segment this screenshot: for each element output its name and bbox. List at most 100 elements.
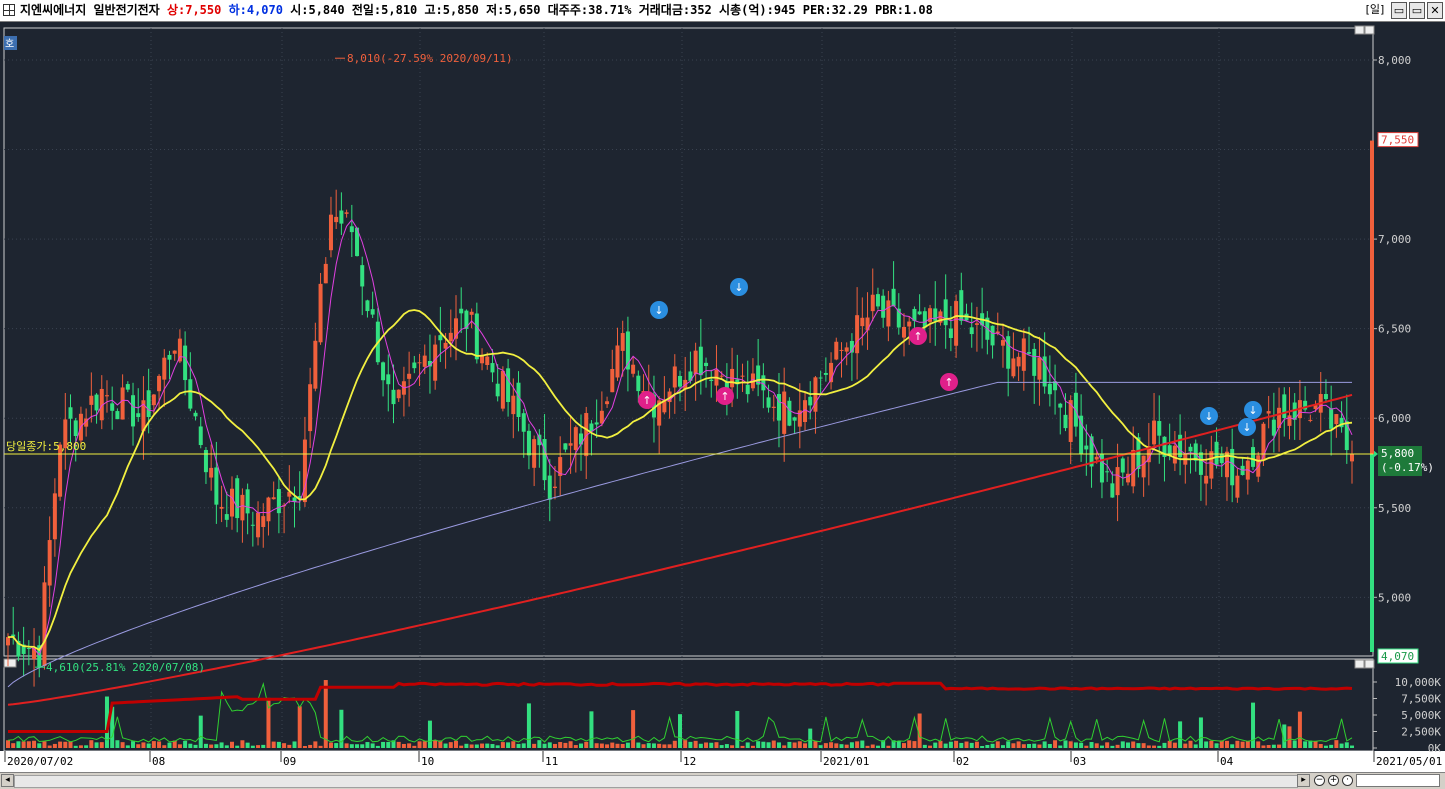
candle-body [1251,447,1256,467]
date-tick-label: 12 [683,755,696,768]
candle-body [568,443,573,446]
scroll-track[interactable] [14,775,1298,788]
volume-bar [823,743,828,748]
volume-bar [563,742,568,748]
candle-body [177,338,182,362]
volume-bar [662,744,667,748]
candle-body [1063,414,1068,429]
major-holder-value: 38.71% [588,3,632,17]
candle-body [1204,475,1209,484]
candle-body [1344,421,1349,451]
date-tick-label: 2020/07/02 [7,755,73,768]
candle-body [532,439,537,468]
candle-body [620,333,625,351]
candle-body [26,648,31,650]
volume-bar [37,743,42,748]
restore-icon[interactable]: ▭ [1409,2,1425,19]
buy-signal-icon: ↑ [909,327,927,345]
scroll-right-icon[interactable]: ▸ [1297,774,1310,787]
volume-bar [803,743,808,748]
zoom-in-icon[interactable]: + [1328,775,1339,786]
volume-bar [959,742,964,748]
volume-bar [813,741,818,748]
candle-body [73,420,78,437]
volume-bar [1157,745,1162,748]
prev-close-label: 전일: [351,3,382,17]
date-tick-label: 03 [1073,755,1086,768]
volume-bar [974,741,979,748]
volume-bar [521,743,526,748]
open-value: 5,840 [308,3,345,17]
candle-body [198,426,203,446]
volume-bar [589,711,594,748]
upper-limit-value: 7,550 [185,3,222,17]
candle-body [131,395,136,427]
volume-bar [1084,745,1089,748]
candle-body [235,478,240,519]
volume-bar [724,744,729,748]
volume-bar [928,745,933,748]
candle-body [271,497,276,500]
volume-bar [834,743,839,748]
candle-body [1021,338,1026,371]
volume-bar [1193,744,1198,748]
candle-body [495,383,500,397]
volume-bar [625,742,630,748]
volume-bar [1037,744,1042,748]
volume-bar [16,741,21,748]
chart-area[interactable]: 호 8,000 7,000 6,500 6,000 5,500 5,000 7,550 5,80… [0,22,1445,774]
svg-text:↓: ↓ [1204,410,1213,423]
volume-bar [1006,741,1011,748]
volume-bar [693,740,698,748]
zoom-slider[interactable] [1356,774,1440,787]
volume-bar [151,741,156,748]
volume-bar [136,744,141,748]
candle-body [1287,415,1292,426]
candle-body [1110,483,1115,498]
candle-body [776,394,781,421]
volume-bar [730,745,735,748]
volume-bar [1334,740,1339,748]
volume-bar [860,740,865,748]
candles [6,189,1354,687]
candle-body [1152,420,1157,445]
volume-bar [355,744,360,748]
candle-body [245,489,250,514]
prev-close-value: 5,810 [381,3,418,17]
volume-bar [1021,744,1026,748]
svg-text:↑: ↑ [642,394,651,407]
minimize-icon[interactable]: ▭ [1391,2,1407,19]
volume-bar [631,710,636,748]
candle-body [1073,392,1078,427]
period-button[interactable]: [일] [1361,2,1389,17]
volume-bar [818,745,823,748]
close-icon[interactable]: ✕ [1427,2,1443,19]
volume-bar [84,745,89,748]
candle-body [1032,348,1037,376]
candle-body [125,384,130,390]
candle-body [948,328,953,338]
candle-body [349,226,354,233]
volume-bar [292,741,297,748]
volume-bar [761,741,766,748]
price-tick-label: 6,500 [1378,323,1411,336]
scroll-left-icon[interactable]: ◂ [1,774,14,787]
zoom-reset-icon[interactable]: · [1342,775,1353,786]
grid-icon[interactable] [3,4,15,16]
volume-bar [6,740,10,748]
candle-body [922,311,927,328]
candle-body [787,400,792,426]
volume-bar [542,743,547,748]
volume-bar [719,745,724,748]
candle-body [808,396,813,406]
ma20-line [7,309,1353,652]
chart-scrollbar[interactable]: ◂ ▸ − + · [0,772,1445,789]
high-value: 5,850 [442,3,479,17]
date-tick-label: 10 [421,755,434,768]
volume-bar [459,745,464,748]
zoom-out-icon[interactable]: − [1314,775,1325,786]
volume-bar [183,740,188,748]
volume-bar [328,742,333,748]
stock-chart[interactable]: 호 8,000 7,000 6,500 6,000 5,500 5,000 7,550 5,80… [0,22,1445,772]
candle-body [969,327,974,335]
